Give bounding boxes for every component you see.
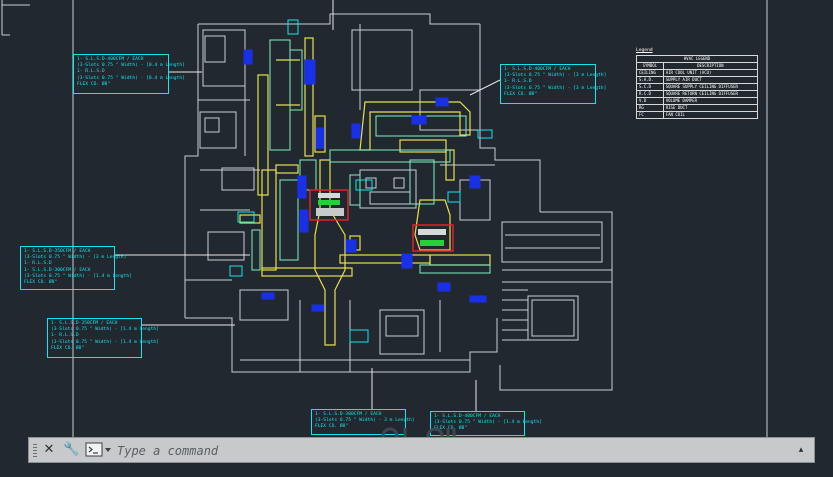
callout-line: (3-Slots 0.75 " Width) - [0.4 m Length] [77,75,185,81]
callout-line: FLEX CO. Ø8" [51,345,85,351]
legend-table-title: HVAC LEGEND [636,55,758,63]
legend-row: V.D VOLUME DAMPER [636,97,759,105]
legend-row: R.C.D SQUARE RETURN CEILING DIFFUSER [636,90,759,98]
command-input[interactable] [117,442,777,460]
legend-col-description: DESCRIPTION [662,62,759,70]
callout-line: FLEX CO. Ø8" [24,280,58,286]
callout-lower-left: 1- S.L.S.D-350CFM / EACH (3-Slots 0.75 " … [47,318,159,358]
callout-line: (3-Slots 0.75 " Width) - [3 m Length] [504,85,607,91]
callout-line: (3-Slots 0.75 " Width) - [1.4 m Length] [51,339,159,345]
legend-row: CEILING AIR COOL UNIT (ACU) [636,69,759,77]
command-prompt-button[interactable] [85,441,113,459]
legend-row: S.A.D. SUPPLY AIR DUCT [636,76,759,84]
command-line-bar: ✕ 🔧 ▴ [28,437,815,463]
terminal-icon [85,442,111,457]
callout-line: FLEX CO. Ø8" [504,91,538,97]
legend-row: S.C.D SQUARE SUPPLY CEILING DIFFUSER [636,83,759,91]
callout-top-left: 1- S.L.S.D-400CFM / EACH (3-Slots 0.75 " … [73,54,185,94]
callout-top-right: 1- S.L.S.D-400CFM / EACH (3-Slots 0.75 " … [500,64,607,104]
drag-handle[interactable] [33,444,37,458]
legend-table: HVAC LEGEND SYMBOL DESCRIPTION CEILING AI… [636,55,759,119]
legend-row: RG RISE DUCT [636,104,759,112]
wrench-icon[interactable]: 🔧 [63,442,79,458]
callout-mid-left: 1- S.L.S.D-350CFM / EACH (3-Slots 0.75 " … [20,246,132,290]
legend-heading: Legend [636,48,653,53]
close-icon[interactable]: ✕ [41,442,57,458]
hvac-legend: Legend HVAC LEGEND SYMBOL DESCRIPTION CE… [636,48,759,119]
legend-col-symbol: SYMBOL [636,62,664,70]
callout-line: FLEX CO. Ø8" [77,81,111,87]
command-history-button[interactable]: ▴ [794,442,808,458]
legend-row: FC FAN COIL [636,111,759,119]
ac-unit-1 [309,189,349,221]
